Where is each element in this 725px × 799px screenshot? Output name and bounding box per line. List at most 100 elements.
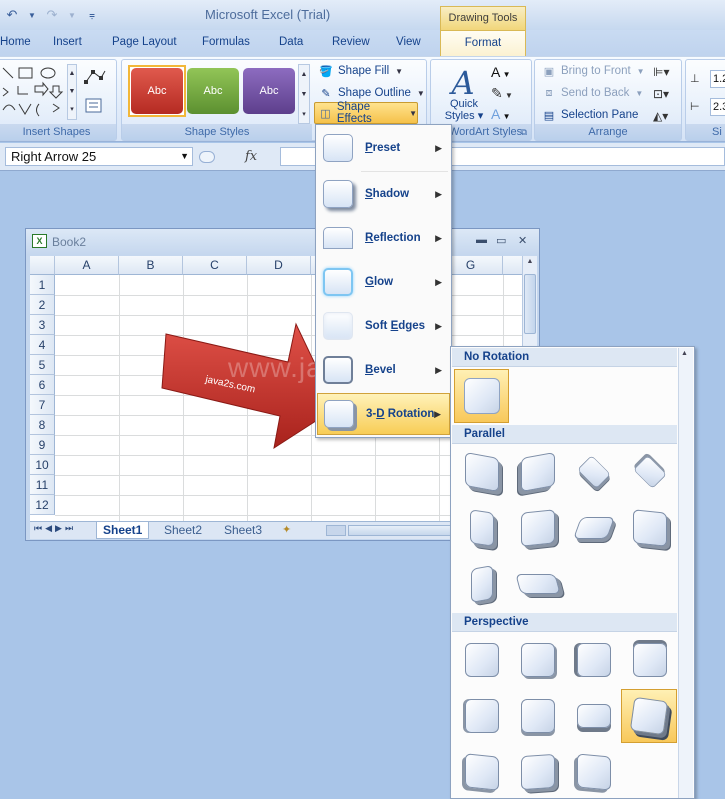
menu-item-glow[interactable]: Glow ▶ <box>317 261 450 303</box>
shape-styles-scroll[interactable]: ▲ ▼ ▾ <box>298 64 310 124</box>
undo-button[interactable]: ↶ <box>0 5 24 25</box>
group-icon[interactable]: ⊡▾ <box>653 87 669 101</box>
tab-data[interactable]: Data <box>279 36 303 48</box>
rotation-perspective-11[interactable] <box>569 747 619 797</box>
bring-to-front-button[interactable]: ▣ Bring to Front ▼ <box>541 64 645 78</box>
dialog-launcher-icon[interactable]: ⧉ <box>521 124 527 140</box>
row-header[interactable]: 12 <box>30 495 55 515</box>
style-swatch-purple[interactable]: Abc <box>243 68 295 114</box>
rotation-parallel-7[interactable] <box>569 503 619 553</box>
style-swatch-green[interactable]: Abc <box>187 68 239 114</box>
scroll-up-icon[interactable]: ▲ <box>524 258 536 270</box>
tab-page-layout[interactable]: Page Layout <box>112 36 177 48</box>
rotation-perspective-3[interactable] <box>569 635 619 685</box>
rotation-perspective-9[interactable] <box>457 747 507 797</box>
rotation-perspective-1[interactable] <box>457 635 507 685</box>
close-icon[interactable]: ✕ <box>518 234 527 247</box>
row-header[interactable]: 11 <box>30 475 55 495</box>
rotation-parallel-2[interactable] <box>513 447 563 497</box>
redo-dropdown-icon[interactable]: ▼ <box>67 5 77 25</box>
rotation-parallel-10[interactable] <box>513 559 563 609</box>
row-header[interactable]: 9 <box>30 435 55 455</box>
tab-review[interactable]: Review <box>332 36 370 48</box>
row-header[interactable]: 2 <box>30 295 55 315</box>
tab-formulas[interactable]: Formulas <box>202 36 250 48</box>
text-fill-icon[interactable]: A ▼ <box>491 64 510 80</box>
sheet-tab-2[interactable]: Sheet2 <box>158 522 208 539</box>
quick-styles-button[interactable]: Quick Styles ▾ <box>441 98 487 122</box>
rotate-icon[interactable]: ◭▾ <box>653 109 668 123</box>
tab-view[interactable]: View <box>396 36 421 48</box>
tab-insert[interactable]: Insert <box>53 36 82 48</box>
redo-button[interactable]: ↷ <box>40 5 64 25</box>
shape-outline-button[interactable]: ✎ Shape Outline ▼ <box>318 86 424 100</box>
edit-shape-icon[interactable] <box>83 68 109 88</box>
rotation-perspective-6[interactable] <box>513 691 563 741</box>
style-swatch-red[interactable]: Abc <box>131 68 183 114</box>
shapes-gallery-scroll[interactable]: ▲ ▼ ▾ <box>67 64 77 120</box>
rotation-parallel-4[interactable] <box>625 447 675 497</box>
rotation-parallel-9[interactable] <box>457 559 507 609</box>
shape-effects-button[interactable]: ◫ Shape Effects ▼ <box>314 101 418 125</box>
row-header[interactable]: 10 <box>30 455 55 475</box>
menu-item-preset[interactable]: Preset ▶ <box>317 127 450 169</box>
select-all-corner[interactable] <box>30 256 55 275</box>
row-header[interactable]: 4 <box>30 335 55 355</box>
scroll-up-icon[interactable]: ▲ <box>681 350 688 357</box>
scroll-thumb[interactable] <box>524 274 536 334</box>
row-header[interactable]: 3 <box>30 315 55 335</box>
text-outline-icon[interactable]: ✎ ▼ <box>491 85 513 102</box>
row-header[interactable]: 1 <box>30 275 55 295</box>
row-header[interactable]: 6 <box>30 375 55 395</box>
sheet-nav-icons[interactable]: ⏮◀▶⏭ <box>34 523 76 534</box>
insert-sheet-icon[interactable]: ✦ <box>282 523 291 536</box>
column-header[interactable]: C <box>183 256 247 275</box>
horizontal-scroll-left[interactable] <box>326 525 346 536</box>
formula-resize-handle[interactable] <box>199 150 215 163</box>
minimize-icon[interactable]: ▬ <box>476 234 487 246</box>
align-icon[interactable]: ⊫▾ <box>653 65 669 79</box>
column-header[interactable]: B <box>119 256 183 275</box>
menu-item-reflection[interactable]: Reflection ▶ <box>317 217 450 259</box>
menu-item-soft-edges[interactable]: Soft Edges ▶ <box>317 305 450 347</box>
rotation-parallel-5[interactable] <box>457 503 507 553</box>
column-header[interactable]: A <box>55 256 119 275</box>
rotation-perspective-4[interactable] <box>625 635 675 685</box>
sheet-tab-1[interactable]: Sheet1 <box>96 522 150 539</box>
tab-format[interactable]: Format <box>440 30 526 57</box>
selection-pane-button[interactable]: ▤ Selection Pane <box>541 108 639 122</box>
gallery-scrollbar[interactable]: ▲ <box>678 348 693 798</box>
row-header[interactable]: 5 <box>30 355 55 375</box>
quick-styles-icon[interactable]: A <box>445 64 481 102</box>
rotation-perspective-7[interactable] <box>569 691 619 741</box>
chevron-down-icon[interactable]: ▼ <box>180 148 189 165</box>
send-to-back-button[interactable]: ⧈ Send to Back ▼ <box>541 86 644 100</box>
rotation-parallel-3[interactable] <box>569 447 619 497</box>
undo-dropdown-icon[interactable]: ▼ <box>27 5 37 25</box>
name-box[interactable]: Right Arrow 25 ▼ <box>5 147 193 166</box>
rotation-perspective-10[interactable] <box>513 747 563 797</box>
rotation-perspective-2[interactable] <box>513 635 563 685</box>
rotation-parallel-8[interactable] <box>625 503 675 553</box>
row-header[interactable]: 8 <box>30 415 55 435</box>
rotation-parallel-6[interactable] <box>513 503 563 553</box>
text-effects-icon[interactable]: A ▼ <box>491 106 510 122</box>
row-header[interactable]: 7 <box>30 395 55 415</box>
shape-height-input[interactable]: 1.2 <box>710 70 725 88</box>
shapes-gallery-icon[interactable] <box>1 64 77 122</box>
tab-home[interactable]: Home <box>0 36 31 48</box>
excel-icon[interactable]: X <box>32 234 47 248</box>
column-header[interactable] <box>503 256 522 275</box>
column-header[interactable]: D <box>247 256 311 275</box>
restore-icon[interactable]: ▭ <box>496 234 506 247</box>
rotation-none[interactable] <box>454 369 509 423</box>
rotation-perspective-8-hover[interactable] <box>621 689 677 743</box>
insert-function-icon[interactable]: fx <box>245 149 257 164</box>
shape-fill-button[interactable]: 🪣 Shape Fill ▼ <box>318 64 403 78</box>
menu-item-bevel[interactable]: Bevel ▶ <box>317 349 450 391</box>
horizontal-scroll-thumb[interactable] <box>348 525 452 536</box>
rotation-perspective-5[interactable] <box>457 691 507 741</box>
text-box-icon[interactable] <box>85 98 103 114</box>
customize-qat-icon[interactable]: ⩦ <box>80 5 104 25</box>
shape-width-input[interactable]: 2.3 <box>710 98 725 116</box>
